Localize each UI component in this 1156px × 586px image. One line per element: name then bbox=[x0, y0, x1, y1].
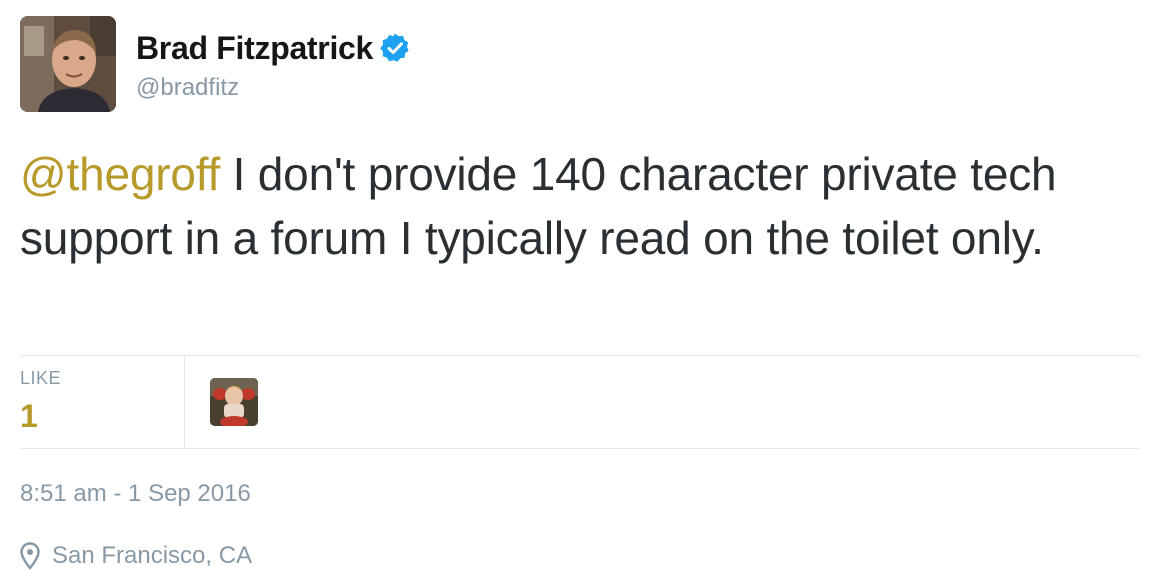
liker-avatar[interactable] bbox=[210, 378, 258, 426]
tweet-stats: LIKE 1 bbox=[20, 356, 1140, 448]
tweet-text: @thegroff I don't provide 140 character … bbox=[20, 142, 1130, 270]
profile-photo-icon bbox=[20, 16, 116, 112]
mention-link[interactable]: @thegroff bbox=[20, 148, 220, 200]
tweet-location[interactable]: San Francisco, CA bbox=[20, 538, 252, 574]
verified-badge-icon bbox=[379, 32, 411, 64]
liker-photo-icon bbox=[210, 378, 258, 426]
tweet-timestamp[interactable]: 8:51 am - 1 Sep 2016 bbox=[20, 476, 251, 512]
map-pin-icon bbox=[20, 542, 40, 570]
like-count: 1 bbox=[20, 398, 38, 434]
author-handle[interactable]: @bradfitz bbox=[136, 70, 239, 106]
location-label: San Francisco, CA bbox=[52, 542, 253, 569]
divider-bottom bbox=[20, 448, 1140, 449]
tweet-card: Brad Fitzpatrick @bradfitz @thegroff I d… bbox=[0, 0, 1156, 586]
author-avatar[interactable] bbox=[20, 16, 116, 112]
author-display-name[interactable]: Brad Fitzpatrick bbox=[136, 26, 373, 70]
like-stat[interactable]: LIKE 1 bbox=[20, 356, 185, 448]
author-name-row: Brad Fitzpatrick bbox=[136, 26, 411, 70]
like-label: LIKE bbox=[20, 368, 62, 388]
